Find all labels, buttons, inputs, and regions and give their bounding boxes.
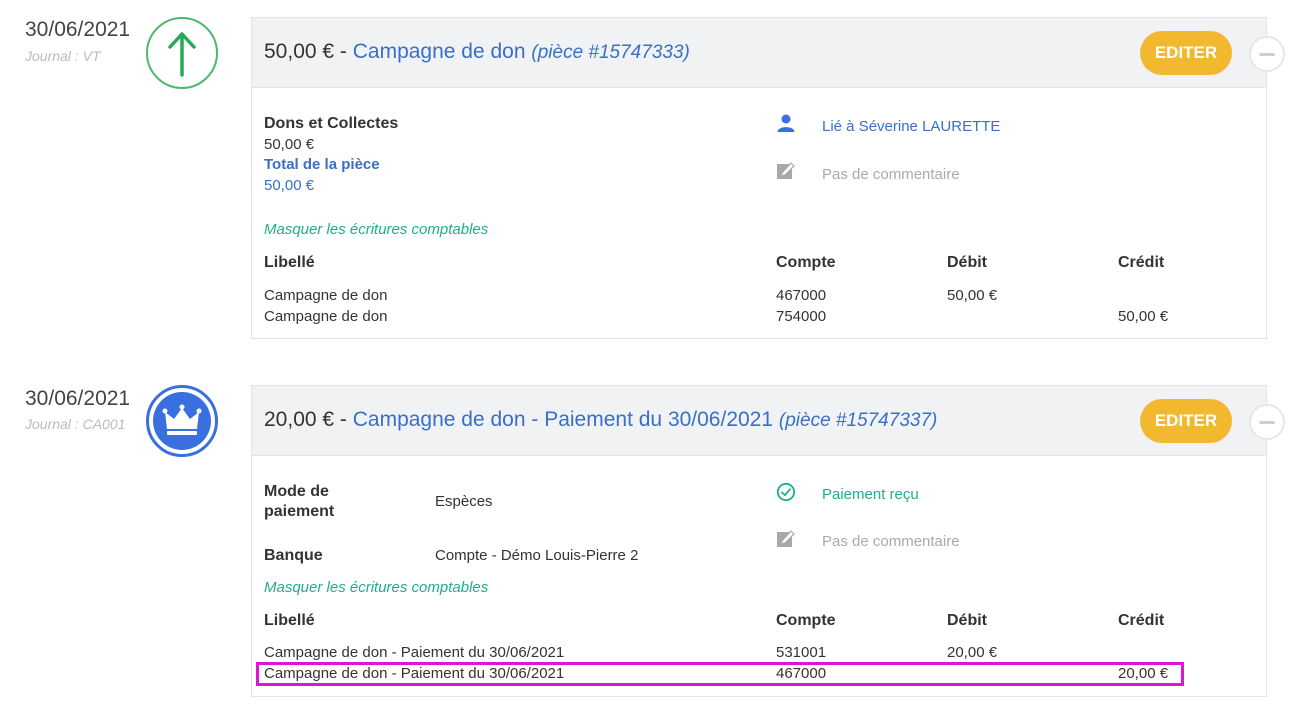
transaction-card: 20,00 € - Campagne de don - Paiement du … [251, 385, 1267, 697]
arrow-up-icon [146, 17, 218, 89]
toggle-entries-link[interactable]: Masquer les écritures comptables [264, 221, 488, 238]
col-header-credit: Crédit [1118, 612, 1165, 629]
amount: 20,00 € - [264, 408, 353, 431]
col-header-compte: Compte [776, 254, 836, 271]
category-value: 50,00 € [264, 136, 315, 153]
col-header-libelle: Libellé [264, 254, 315, 271]
transaction-link[interactable]: Campagne de don [353, 40, 526, 63]
edit-button[interactable]: EDITER [1140, 31, 1232, 75]
col-header-debit: Débit [947, 612, 987, 629]
piece-number[interactable]: (pièce #15747333) [531, 42, 689, 63]
linked-contact[interactable]: Lié à Séverine LAURETTE [822, 118, 1000, 135]
payment-mode-label: Mode de [264, 483, 329, 500]
edit-comment-icon[interactable] [776, 529, 796, 549]
transaction-card: 50,00 € - Campagne de don (pièce #157473… [251, 17, 1267, 339]
entry-journal: Journal : VT [25, 48, 101, 64]
transaction-link[interactable]: Campagne de don - Paiement du 30/06/2021 [353, 408, 773, 431]
user-icon [777, 114, 795, 132]
card-header: 50,00 € - Campagne de don (pièce #157473… [252, 18, 1266, 88]
crown-icon [146, 385, 218, 457]
card-title: 50,00 € - Campagne de don (pièce #157473… [264, 40, 690, 64]
total-value: 50,00 € [264, 177, 315, 194]
category-label: Dons et Collectes [264, 115, 399, 132]
comment-text[interactable]: Pas de commentaire [822, 533, 960, 550]
col-header-compte: Compte [776, 612, 836, 629]
amount: 50,00 € - [264, 40, 353, 63]
entry-journal: Journal : CA001 [25, 416, 126, 432]
cell-libelle: Campagne de don [264, 287, 388, 304]
total-label: Total de la pièce [264, 156, 380, 173]
row-highlight [256, 662, 1184, 686]
edit-comment-icon[interactable] [776, 161, 796, 181]
check-circle-icon [776, 482, 796, 502]
bank-value: Compte - Démo Louis-Pierre 2 [435, 547, 639, 564]
col-header-credit: Crédit [1118, 254, 1165, 271]
piece-number[interactable]: (pièce #15747337) [779, 410, 937, 431]
cell-compte: 467000 [776, 287, 827, 304]
entry-date: 30/06/2021 [25, 387, 131, 410]
col-header-debit: Débit [947, 254, 987, 271]
edit-button[interactable]: EDITER [1140, 399, 1232, 443]
collapse-button[interactable] [1249, 404, 1285, 440]
cell-debit: 20,00 € [947, 644, 998, 661]
entry-date: 30/06/2021 [25, 18, 131, 41]
cell-libelle: Campagne de don - Paiement du 30/06/2021 [264, 644, 565, 661]
cell-compte: 531001 [776, 644, 827, 661]
col-header-libelle: Libellé [264, 612, 315, 629]
cell-compte: 754000 [776, 308, 827, 325]
comment-text[interactable]: Pas de commentaire [822, 166, 960, 183]
collapse-button[interactable] [1249, 36, 1285, 72]
payment-mode-value: Espèces [435, 493, 493, 510]
card-header: 20,00 € - Campagne de don - Paiement du … [252, 386, 1266, 456]
cell-credit: 50,00 € [1118, 308, 1169, 325]
payment-status: Paiement reçu [822, 486, 919, 503]
toggle-entries-link[interactable]: Masquer les écritures comptables [264, 579, 488, 596]
bank-label: Banque [264, 547, 323, 564]
cell-libelle: Campagne de don [264, 308, 388, 325]
card-title: 20,00 € - Campagne de don - Paiement du … [264, 408, 937, 432]
payment-mode-label-2: paiement [264, 503, 335, 520]
cell-debit: 50,00 € [947, 287, 998, 304]
